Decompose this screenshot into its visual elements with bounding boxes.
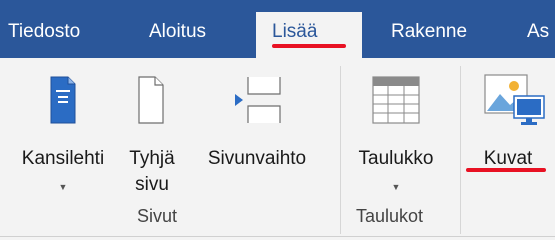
ribbon-insert-panel: Kansilehti ▼ Tyhjä sivu Sivunvaihto Sivu…: [0, 58, 555, 240]
group-separator: [340, 66, 341, 234]
annotation-underline-tab: [272, 44, 346, 48]
table-dropdown-icon[interactable]: ▼: [344, 180, 448, 194]
group-label-sivut: Sivut: [137, 206, 178, 226]
table-icon: [372, 76, 420, 124]
blank-page-label: Tyhjä: [129, 148, 175, 169]
tab-as[interactable]: As: [527, 20, 549, 58]
blank-page-label-line2: sivu: [135, 174, 169, 195]
tab-lisaa-label: Lisää: [272, 21, 318, 42]
page-break-button[interactable]: Sivunvaihto: [198, 146, 316, 172]
tab-lisaa[interactable]: Lisää: [256, 12, 362, 58]
tab-tiedosto[interactable]: Tiedosto: [8, 20, 80, 58]
cover-page-dropdown-icon[interactable]: ▼: [2, 180, 124, 194]
blank-page-icon: [138, 76, 164, 124]
tab-rakenne-label: Rakenne: [391, 21, 468, 42]
ribbon-bottom-border: [0, 236, 555, 237]
tab-aloitus-label: Aloitus: [149, 21, 207, 42]
cover-page-button[interactable]: Kansilehti ▼: [2, 146, 124, 194]
tab-tiedosto-label: Tiedosto: [8, 21, 81, 42]
cover-page-icon: [50, 76, 76, 124]
group-label-taulukot: Taulukot: [356, 206, 424, 226]
tab-aloitus[interactable]: Aloitus: [149, 20, 206, 58]
pictures-icon: [484, 74, 545, 125]
group-separator: [460, 66, 461, 234]
cover-page-label: Kansilehti: [21, 148, 105, 169]
page-break-label: Sivunvaihto: [207, 148, 307, 169]
blank-page-button[interactable]: Tyhjä sivu: [126, 146, 178, 198]
tab-as-label: As: [527, 21, 550, 42]
ribbon-tab-bar: Tiedosto Aloitus Lisää Rakenne As: [0, 0, 555, 58]
annotation-underline-pictures: [466, 168, 546, 172]
tab-rakenne[interactable]: Rakenne: [391, 20, 467, 58]
page-break-icon: [235, 77, 281, 123]
table-button[interactable]: Taulukko ▼: [344, 146, 448, 194]
table-label: Taulukko: [358, 148, 434, 169]
